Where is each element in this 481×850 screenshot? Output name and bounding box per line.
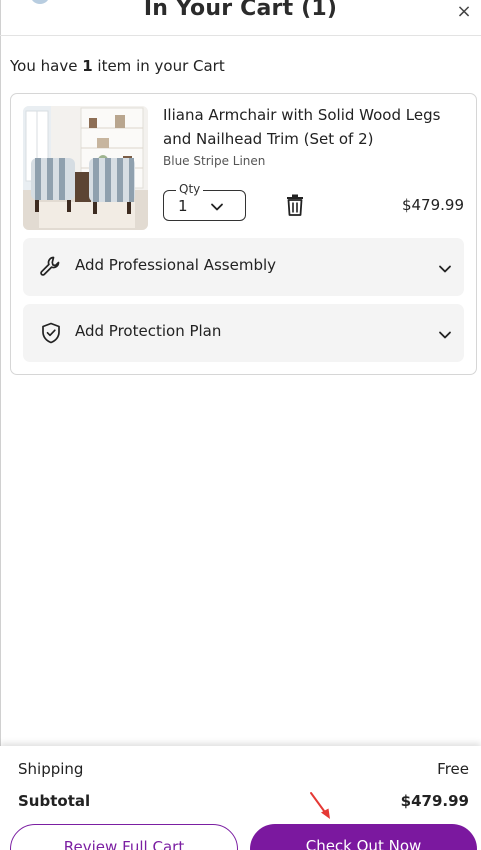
shield-check-icon: [39, 321, 63, 345]
protection-plan-accordion[interactable]: Add Protection Plan: [23, 304, 464, 362]
qty-value: 1: [178, 197, 188, 215]
summary-prefix: You have: [10, 57, 83, 75]
close-icon[interactable]: ×: [453, 1, 475, 23]
page-title: In Your Cart (1): [143, 0, 338, 21]
chevron-down-icon: [210, 199, 224, 218]
chevron-down-icon: [438, 261, 452, 280]
cart-item-card: Iliana Armchair with Solid Wood Legs and…: [10, 93, 477, 375]
annotation-arrow-icon: [310, 792, 330, 819]
summary-count: 1: [82, 57, 93, 75]
subtotal-label: Subtotal: [18, 792, 91, 810]
cart-footer: Shipping Free Subtotal $479.99 Review Fu…: [0, 746, 481, 850]
item-price: $479.99: [401, 196, 464, 214]
shipping-value: Free: [437, 760, 469, 778]
protection-plan-label: Add Protection Plan: [75, 322, 222, 340]
qty-label: Qty: [176, 181, 204, 197]
shipping-label: Shipping: [18, 760, 84, 778]
assembly-accordion[interactable]: Add Professional Assembly: [23, 238, 464, 296]
cart-summary: You have 1 item in your Cart: [10, 57, 225, 75]
review-full-cart-button[interactable]: Review Full Cart: [10, 824, 238, 850]
check-out-now-button[interactable]: Check Out Now: [250, 824, 477, 850]
subtotal-value: $479.99: [400, 792, 469, 810]
product-image[interactable]: [23, 106, 148, 230]
chevron-down-icon: [438, 327, 452, 346]
wrench-icon: [39, 255, 63, 279]
product-name[interactable]: Iliana Armchair with Solid Wood Legs and…: [163, 103, 463, 151]
assembly-label: Add Professional Assembly: [75, 256, 277, 274]
cart-header: In Your Cart (1) ×: [0, 0, 481, 36]
product-variant: Blue Stripe Linen: [163, 154, 266, 168]
quantity-select[interactable]: Qty 1: [163, 181, 246, 221]
summary-suffix: item in your Cart: [92, 57, 225, 75]
trash-icon[interactable]: [285, 194, 305, 216]
drawer-left-border: [0, 0, 1, 850]
